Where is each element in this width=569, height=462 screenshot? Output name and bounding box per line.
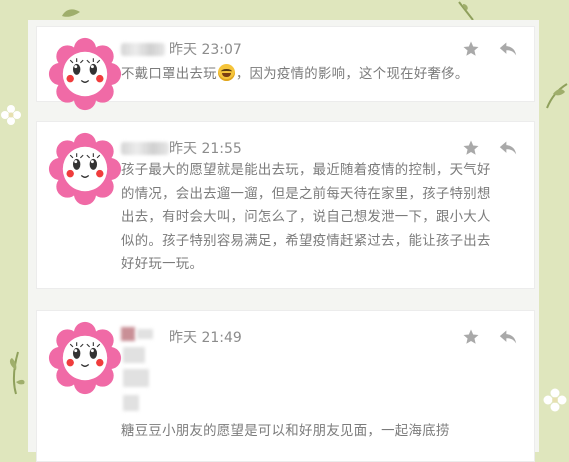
star-icon[interactable] [462,40,480,58]
comment-time: 昨天 21:49 [169,330,242,346]
comment-panel: 昨天 23:07 不戴口罩出去玩 ，因为疫情的影响，这个现在好奢侈。 昨天 21… [28,20,539,462]
flower-face-avatar [48,132,122,206]
leaf-decoration-icon [458,1,474,21]
comment-card: 昨天 21:55 孩子最大的愿望就是能出去玩，最近随着疫情的控制，天气好的情况，… [36,121,535,289]
flower-face-avatar [48,37,122,111]
username-redacted [137,329,153,339]
leaf-decoration-icon [546,83,568,109]
comment-text: 糖豆豆小朋友的愿望是可以和好朋友见面，一起海底捞 [121,424,450,439]
leaf-decoration-icon [9,351,25,395]
comment-card: 昨天 23:07 不戴口罩出去玩 ，因为疫情的影响，这个现在好奢侈。 [36,26,535,111]
username-redacted [123,369,149,387]
comment-time: 昨天 21:55 [169,141,242,157]
comment-text: 不戴口罩出去玩 ，因为疫情的影响，这个现在好奢侈。 [121,63,510,87]
username-redacted [123,395,139,411]
username-redacted [121,43,165,56]
star-icon[interactable] [462,139,480,157]
reply-arrow-icon[interactable] [498,40,518,58]
leaf-decoration-icon [62,9,80,17]
username-redacted [121,142,169,155]
reply-arrow-icon[interactable] [498,139,518,157]
username-redacted [121,327,135,341]
star-icon[interactable] [462,328,480,346]
username-redacted [123,347,145,363]
comment-text-part: 不戴口罩出去玩 [121,67,217,82]
comment-text: 孩子最大的愿望就是能出去玩，最近随着疫情的控制，天气好的情况，会出去遛一遛，但是… [121,163,491,272]
comment-time: 昨天 23:07 [169,42,242,58]
laugh-cry-emoji-icon [217,64,235,81]
comment-text-part: ，因为疫情的影响，这个现在好奢侈。 [235,67,469,82]
flower-decoration-icon [1,105,21,125]
flower-face-avatar [48,321,122,395]
reply-arrow-icon[interactable] [498,328,518,346]
comment-card: 昨天 21:49 糖豆豆小朋友的愿望是可以和好朋友见面，一起海底捞 [36,310,535,462]
flower-decoration-icon [543,388,567,412]
